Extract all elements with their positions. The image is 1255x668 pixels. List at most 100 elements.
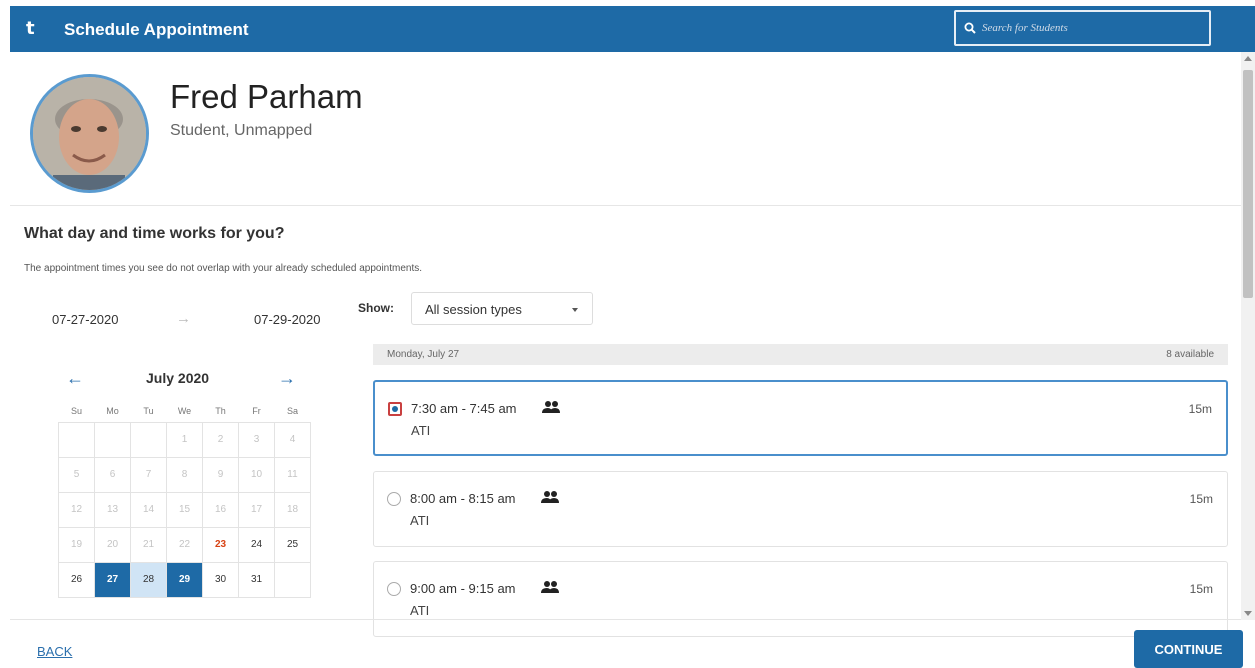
calendar-day-13: 13 xyxy=(94,491,131,528)
calendar-week: 26 27 28 29 30 31 xyxy=(58,561,311,598)
time-slot[interactable]: 9:00 am - 9:15 am ATI 15m xyxy=(373,561,1228,637)
search-input[interactable]: Search for Students xyxy=(954,10,1211,46)
caret-down-icon xyxy=(572,308,578,312)
avatar-photo xyxy=(33,77,146,190)
weekday-label: Th xyxy=(215,405,226,416)
calendar-day-8: 8 xyxy=(166,456,203,493)
filter-label: Show: xyxy=(358,301,394,315)
calendar-day-2: 2 xyxy=(202,421,239,458)
calendar-day-26[interactable]: 26 xyxy=(58,561,95,598)
weekday-label: We xyxy=(177,405,192,416)
session-type-select[interactable]: All session types xyxy=(411,292,593,325)
time-slot[interactable]: 7:30 am - 7:45 am ATI 15m xyxy=(373,380,1228,456)
calendar-week: 1234 xyxy=(58,421,311,458)
calendar-day-12: 12 xyxy=(58,491,95,528)
calendar-day-30[interactable]: 30 xyxy=(202,561,239,598)
page-scrollbar[interactable] xyxy=(1241,52,1255,620)
calendar-day-5: 5 xyxy=(58,456,95,493)
day-label: Monday, July 27 xyxy=(387,349,460,360)
calendar-day-10: 10 xyxy=(238,456,275,493)
slot-radio[interactable] xyxy=(387,492,401,506)
continue-button[interactable]: CONTINUE xyxy=(1134,630,1243,668)
section-heading: What day and time works for you? xyxy=(24,225,285,242)
available-count: 8 available xyxy=(1166,349,1214,360)
calendar-header: ← July 2020 → xyxy=(58,368,308,390)
slot-duration: 15m xyxy=(1189,492,1213,506)
calendar-day-28[interactable]: 28 xyxy=(130,561,167,598)
calendar-month: July 2020 xyxy=(146,370,210,386)
back-link[interactable]: BACK xyxy=(37,644,72,659)
footer-divider xyxy=(10,619,1241,620)
range-end-date[interactable]: 07-29-2020 xyxy=(254,312,321,327)
calendar-day-15: 15 xyxy=(166,491,203,528)
calendar-day-27[interactable]: 27 xyxy=(94,561,131,598)
overlap-note: The appointment times you see do not ove… xyxy=(24,263,423,274)
app-logo[interactable]: t xyxy=(26,18,35,39)
calendar-day-6: 6 xyxy=(94,456,131,493)
calendar-day-29[interactable]: 29 xyxy=(166,561,203,598)
calendar-day-19: 19 xyxy=(58,526,95,563)
weekday-label: Tu xyxy=(143,405,154,416)
slot-location: ATI xyxy=(410,603,430,618)
range-start-date[interactable]: 07-27-2020 xyxy=(52,312,119,327)
calendar-day-7: 7 xyxy=(130,456,167,493)
scroll-up-icon[interactable] xyxy=(1244,56,1252,61)
group-icon xyxy=(541,581,559,593)
calendar-day-22: 22 xyxy=(166,526,203,563)
slot-duration: 15m xyxy=(1189,582,1213,596)
day-header: Monday, July 27 8 available xyxy=(373,344,1228,365)
calendar-day-4: 4 xyxy=(274,421,311,458)
slot-duration: 15m xyxy=(1188,402,1212,416)
calendar-day-25[interactable]: 25 xyxy=(274,526,311,563)
calendar-week: 5 6 7 8 9 10 11 xyxy=(58,456,311,493)
slot-location: ATI xyxy=(411,423,431,438)
top-bar: t Schedule Appointment Search for Studen… xyxy=(10,6,1255,52)
calendar-day-16: 16 xyxy=(202,491,239,528)
slot-radio[interactable] xyxy=(387,582,401,596)
calendar-day-23[interactable]: 23 xyxy=(202,526,239,563)
page-title: Schedule Appointment xyxy=(64,20,249,39)
weekday-label: Sa xyxy=(286,405,298,416)
scroll-down-icon[interactable] xyxy=(1244,611,1252,616)
group-icon xyxy=(541,491,559,503)
calendar-day-31[interactable]: 31 xyxy=(238,561,275,598)
slot-location: ATI xyxy=(410,513,430,528)
calendar-day-11: 11 xyxy=(274,456,311,493)
scrollbar-thumb[interactable] xyxy=(1243,70,1253,298)
calendar-day-18: 18 xyxy=(274,491,311,528)
calendar-day-14: 14 xyxy=(130,491,167,528)
calendar-day-9: 9 xyxy=(202,456,239,493)
calendar-empty-cell xyxy=(94,421,131,458)
weekday-label: Su xyxy=(70,405,82,416)
calendar-day-1: 1 xyxy=(166,421,203,458)
calendar-empty-cell xyxy=(274,561,311,598)
search-placeholder: Search for Students xyxy=(982,22,1068,34)
group-icon xyxy=(542,401,560,413)
slot-radio[interactable] xyxy=(388,402,402,416)
calendar-week: 19 20 21 22 23 24 25 xyxy=(58,526,311,563)
slot-time: 9:00 am - 9:15 am xyxy=(410,581,516,596)
weekday-label: Fr xyxy=(252,405,261,416)
arrow-right-icon[interactable]: → xyxy=(278,368,296,389)
time-slot[interactable]: 8:00 am - 8:15 am ATI 15m xyxy=(373,471,1228,547)
calendar-week: 12 13 14 15 16 17 18 xyxy=(58,491,311,528)
student-profile: Fred Parham Student, Unmapped xyxy=(10,52,1241,206)
calendar-empty-cell xyxy=(58,421,95,458)
student-role: Student, Unmapped xyxy=(170,122,313,139)
calendar-day-21: 21 xyxy=(130,526,167,563)
calendar-grid: Su Mo Tu We Th Fr Sa 1 2 3 4 5 6 7 8 9 10 11 12 13 14 15 16 17… xyxy=(58,400,311,598)
range-arrow-icon: → xyxy=(176,310,191,327)
avatar xyxy=(30,74,149,193)
calendar-empty-cell xyxy=(130,421,167,458)
calendar-day-20: 20 xyxy=(94,526,131,563)
student-name: Fred Parham xyxy=(170,78,363,115)
calendar-day-17: 17 xyxy=(238,491,275,528)
calendar-day-3: 3 xyxy=(238,421,275,458)
search-icon xyxy=(964,22,976,34)
arrow-left-icon[interactable]: ← xyxy=(66,368,84,389)
session-type-value: All session types xyxy=(425,302,522,317)
slot-time: 8:00 am - 8:15 am xyxy=(410,491,516,506)
weekday-label: Mo xyxy=(106,405,119,416)
slot-time: 7:30 am - 7:45 am xyxy=(411,401,517,416)
calendar-day-24[interactable]: 24 xyxy=(238,526,275,563)
